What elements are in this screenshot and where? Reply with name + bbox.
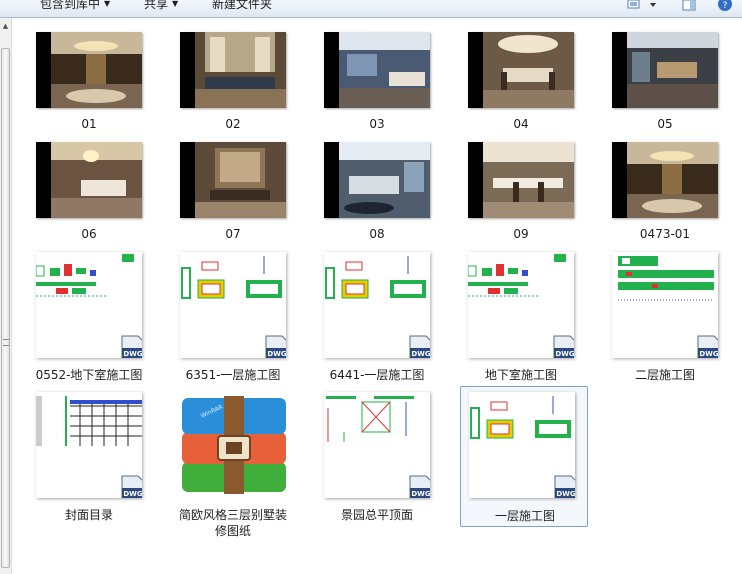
command-bar: 包含到库中 ▼ 共享 ▼ 新建文件夹 ? [0,0,742,18]
new-folder-label: 新建文件夹 [212,0,273,11]
chevron-down-icon: ▼ [172,0,179,8]
svg-text:DWG: DWG [556,490,575,498]
svg-text:DWG: DWG [411,490,430,498]
file-name: 景园总平顶面 [340,508,413,522]
dwg-file-icon: DWG [265,335,286,358]
file-item-dwg[interactable]: DWG 6441-一层施工图 [299,240,430,382]
include-in-library-button[interactable]: 包含到库中 ▼ [40,0,110,12]
file-item-dwg[interactable]: DWG 景园总平顶面 [299,388,430,524]
file-item-archive[interactable]: WinRAR 简欧风格三层别墅装 修图纸 [155,388,287,538]
dwg-file-icon: DWG [409,475,430,498]
interior-render-icon [483,142,574,218]
include-in-library-label: 包含到库中 [40,0,101,11]
drawing-thumbnail: DWG [612,252,718,358]
svg-text:DWG: DWG [411,350,430,358]
scroll-up-icon[interactable]: ▲ [1,22,10,31]
image-thumbnail [612,32,718,108]
image-thumbnail [468,32,574,108]
drawing-thumbnail: DWG [468,252,574,358]
image-thumbnail [36,142,142,218]
file-name-line2: 修图纸 [214,524,251,538]
file-item-dwg[interactable]: DWG 地下室施工图 [443,240,574,382]
image-thumbnail [36,32,142,108]
interior-render-icon [627,32,718,108]
drawing-thumbnail: DWG [36,392,142,498]
file-item-dwg-selected[interactable]: DWG 一层施工图 [460,386,588,527]
svg-text:DWG: DWG [123,490,142,498]
image-thumbnail [180,32,286,108]
file-item-dwg[interactable]: DWG 6351-一层施工图 [155,240,286,382]
image-thumbnail [612,142,718,218]
interior-render-icon [195,142,286,218]
interior-render-icon [51,142,142,218]
image-thumbnail [324,142,430,218]
dwg-file-icon: DWG [697,335,718,358]
drawing-thumbnail: DWG [469,392,575,498]
new-folder-button[interactable]: 新建文件夹 [212,0,272,12]
change-view-icon[interactable] [626,0,656,11]
dwg-file-icon: DWG [409,335,430,358]
file-name: 地下室施工图 [484,368,557,382]
interior-render-icon [51,32,142,108]
file-item-dwg[interactable]: DWG 封面目录 [11,388,142,524]
image-thumbnail [324,32,430,108]
file-item-dwg[interactable]: DWG 0552-地下室施工图 [11,240,142,382]
interior-render-icon [195,32,286,108]
help-icon[interactable]: ? [717,0,733,11]
drawing-thumbnail: DWG [180,252,286,358]
image-thumbnail [180,142,286,218]
svg-text:DWG: DWG [555,350,574,358]
dwg-file-icon: DWG [121,475,142,498]
interior-render-icon [339,32,430,108]
svg-text:DWG: DWG [123,350,142,358]
file-name: 0552-地下室施工图 [35,368,143,382]
file-name: 6441-一层施工图 [329,368,425,382]
image-thumbnail [468,142,574,218]
drawing-thumbnail: DWG [36,252,142,358]
drawing-thumbnail: DWG [324,392,430,498]
grip-icon [3,339,9,346]
dwg-file-icon: DWG [553,335,574,358]
share-button[interactable]: 共享 ▼ [144,0,178,12]
winrar-archive-icon: WinRAR [182,396,286,494]
dwg-file-icon: DWG [121,335,142,358]
file-name: 二层施工图 [634,368,695,382]
file-name: 6351-一层施工图 [185,368,281,382]
interior-render-icon [483,32,574,108]
svg-text:?: ? [723,1,728,11]
interior-render-icon [339,142,430,218]
preview-pane-icon[interactable] [681,0,697,11]
file-name: 封面目录 [64,508,113,522]
file-name: 一层施工图 [494,509,555,523]
drawing-thumbnail: DWG [324,252,430,358]
dwg-file-icon: DWG [554,475,575,498]
svg-text:DWG: DWG [699,350,718,358]
file-item-dwg[interactable]: DWG 二层施工图 [587,240,718,382]
interior-render-icon [627,142,718,218]
file-name-line1: 简欧风格三层别墅装 [178,508,287,522]
chevron-down-icon: ▼ [104,0,111,8]
share-label: 共享 [144,0,169,11]
svg-text:DWG: DWG [267,350,286,358]
scroll-thumb[interactable] [1,48,10,568]
